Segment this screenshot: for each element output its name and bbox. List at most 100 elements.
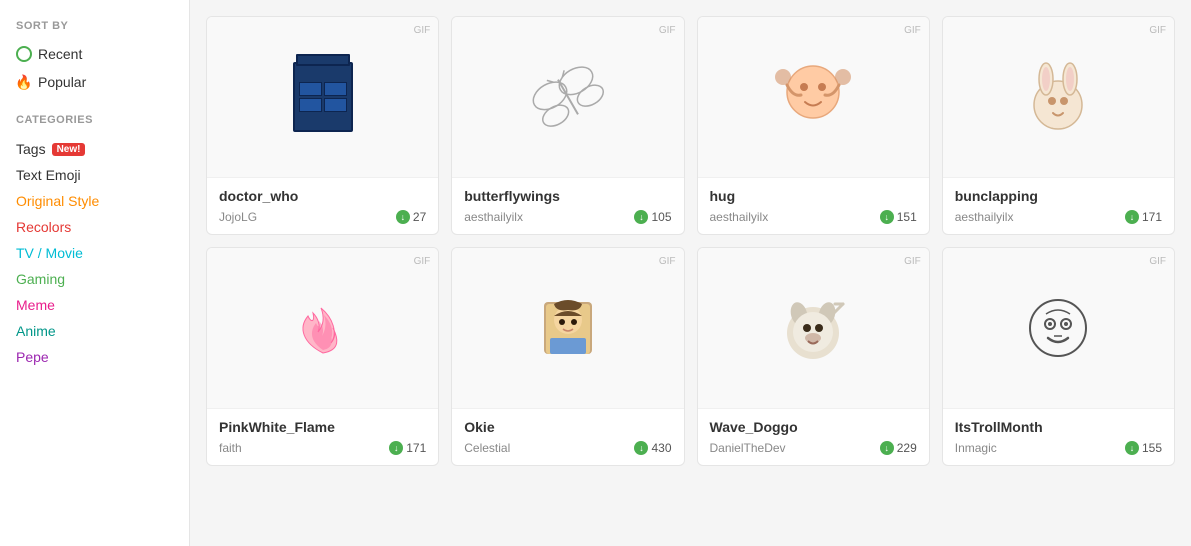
download-count: 171	[1142, 210, 1162, 224]
card-pinkwhite-flame[interactable]: GIF PinkWhite_Flame faith ↓ 171	[206, 247, 439, 466]
card-info-itstrollmonth: ItsTrollMonth Inmagic ↓ 155	[943, 408, 1174, 465]
sort-popular[interactable]: 🔥 Popular	[16, 70, 173, 94]
text-emoji-label: Text Emoji	[16, 167, 81, 183]
download-count: 105	[651, 210, 671, 224]
download-icon: ↓	[634, 210, 648, 224]
card-meta: Inmagic ↓ 155	[955, 441, 1162, 455]
gif-badge: GIF	[414, 256, 431, 267]
sidebar-item-tv-movie[interactable]: TV / Movie	[16, 240, 173, 266]
download-icon: ↓	[396, 210, 410, 224]
card-downloads: ↓ 105	[634, 210, 671, 224]
card-bunclapping[interactable]: GIF bunclapping aesthailyilx ↓	[942, 16, 1175, 235]
sort-popular-label: Popular	[38, 74, 86, 90]
download-icon: ↓	[389, 441, 403, 455]
card-title: ItsTrollMonth	[955, 419, 1162, 435]
card-info-bunclapping: bunclapping aesthailyilx ↓ 171	[943, 177, 1174, 234]
card-info-hug: hug aesthailyilx ↓ 151	[698, 177, 929, 234]
hug-icon	[773, 57, 853, 137]
card-meta: JojoLG ↓ 27	[219, 210, 426, 224]
tv-movie-label: TV / Movie	[16, 245, 83, 261]
card-image-bunclapping: GIF	[943, 17, 1174, 177]
download-count: 430	[651, 441, 671, 455]
card-meta: aesthailyilx ↓ 105	[464, 210, 671, 224]
download-icon: ↓	[1125, 441, 1139, 455]
card-title: butterflywings	[464, 188, 671, 204]
sidebar-item-recolors[interactable]: Recolors	[16, 214, 173, 240]
sort-by-label: SORT BY	[16, 20, 173, 32]
sidebar-item-tags[interactable]: Tags New!	[16, 136, 173, 162]
download-count: 171	[406, 441, 426, 455]
card-meta: aesthailyilx ↓ 171	[955, 210, 1162, 224]
sidebar-item-pepe[interactable]: Pepe	[16, 344, 173, 370]
download-count: 229	[897, 441, 917, 455]
card-downloads: ↓ 27	[396, 210, 426, 224]
flame-icon	[283, 288, 363, 368]
card-image-itstrollmonth: GIF	[943, 248, 1174, 408]
card-meta: Celestial ↓ 430	[464, 441, 671, 455]
sidebar-item-original-style[interactable]: Original Style	[16, 188, 173, 214]
tags-label: Tags	[16, 141, 46, 157]
new-badge: New!	[52, 143, 86, 156]
anime-girl-icon	[528, 288, 608, 368]
sidebar-item-anime[interactable]: Anime	[16, 318, 173, 344]
card-downloads: ↓ 229	[880, 441, 917, 455]
card-title: Okie	[464, 419, 671, 435]
gaming-label: Gaming	[16, 271, 65, 287]
card-itstrollmonth[interactable]: GIF ItsTrollMonth Inmagic ↓	[942, 247, 1175, 466]
download-count: 27	[413, 210, 426, 224]
download-icon: ↓	[880, 210, 894, 224]
card-title: bunclapping	[955, 188, 1162, 204]
card-title: PinkWhite_Flame	[219, 419, 426, 435]
card-author: Inmagic	[955, 441, 997, 455]
card-meta: faith ↓ 171	[219, 441, 426, 455]
gif-badge: GIF	[1149, 25, 1166, 36]
card-title: doctor_who	[219, 188, 426, 204]
card-downloads: ↓ 155	[1125, 441, 1162, 455]
card-image-wave-doggo: GIF	[698, 248, 929, 408]
troll-icon	[1018, 288, 1098, 368]
gif-badge: GIF	[659, 25, 676, 36]
categories-label: CATEGORIES	[16, 114, 173, 126]
card-meta: aesthailyilx ↓ 151	[710, 210, 917, 224]
card-info-wave-doggo: Wave_Doggo DanielTheDev ↓ 229	[698, 408, 929, 465]
card-info-doctor-who: doctor_who JojoLG ↓ 27	[207, 177, 438, 234]
bunny-icon	[1018, 57, 1098, 137]
sort-recent-label: Recent	[38, 46, 82, 62]
card-butterflywings[interactable]: GIF butterflywings aesthaily	[451, 16, 684, 235]
sticker-grid: GIF doctor_who JojoLG ↓ 27	[206, 16, 1175, 466]
card-title: hug	[710, 188, 917, 204]
main-content: GIF doctor_who JojoLG ↓ 27	[190, 0, 1191, 546]
gif-badge: GIF	[904, 256, 921, 267]
card-title: Wave_Doggo	[710, 419, 917, 435]
card-downloads: ↓ 430	[634, 441, 671, 455]
card-okie[interactable]: GIF Okie Celestial	[451, 247, 684, 466]
gif-badge: GIF	[659, 256, 676, 267]
card-image-butterflywings: GIF	[452, 17, 683, 177]
recolors-label: Recolors	[16, 219, 71, 235]
card-author: aesthailyilx	[464, 210, 523, 224]
pepe-label: Pepe	[16, 349, 49, 365]
card-author: aesthailyilx	[710, 210, 769, 224]
popular-icon: 🔥	[16, 74, 32, 90]
dog-icon	[773, 288, 853, 368]
download-count: 151	[897, 210, 917, 224]
card-image-okie: GIF	[452, 248, 683, 408]
sort-recent[interactable]: Recent	[16, 42, 173, 66]
card-info-okie: Okie Celestial ↓ 430	[452, 408, 683, 465]
download-count: 155	[1142, 441, 1162, 455]
tardis-icon	[293, 62, 353, 132]
sidebar-item-gaming[interactable]: Gaming	[16, 266, 173, 292]
recent-icon	[16, 46, 32, 62]
original-style-label: Original Style	[16, 193, 99, 209]
butterfly-icon	[528, 57, 608, 137]
card-wave-doggo[interactable]: GIF Wave_Doggo DanielTheDev	[697, 247, 930, 466]
sidebar-item-text-emoji[interactable]: Text Emoji	[16, 162, 173, 188]
sidebar-item-meme[interactable]: Meme	[16, 292, 173, 318]
card-doctor-who[interactable]: GIF doctor_who JojoLG ↓ 27	[206, 16, 439, 235]
card-hug[interactable]: GIF hug aesthailyilx ↓	[697, 16, 930, 235]
sidebar: SORT BY Recent 🔥 Popular CATEGORIES Tags…	[0, 0, 190, 546]
gif-badge: GIF	[904, 25, 921, 36]
card-image-pinkwhite-flame: GIF	[207, 248, 438, 408]
card-downloads: ↓ 171	[389, 441, 426, 455]
card-info-butterflywings: butterflywings aesthailyilx ↓ 105	[452, 177, 683, 234]
